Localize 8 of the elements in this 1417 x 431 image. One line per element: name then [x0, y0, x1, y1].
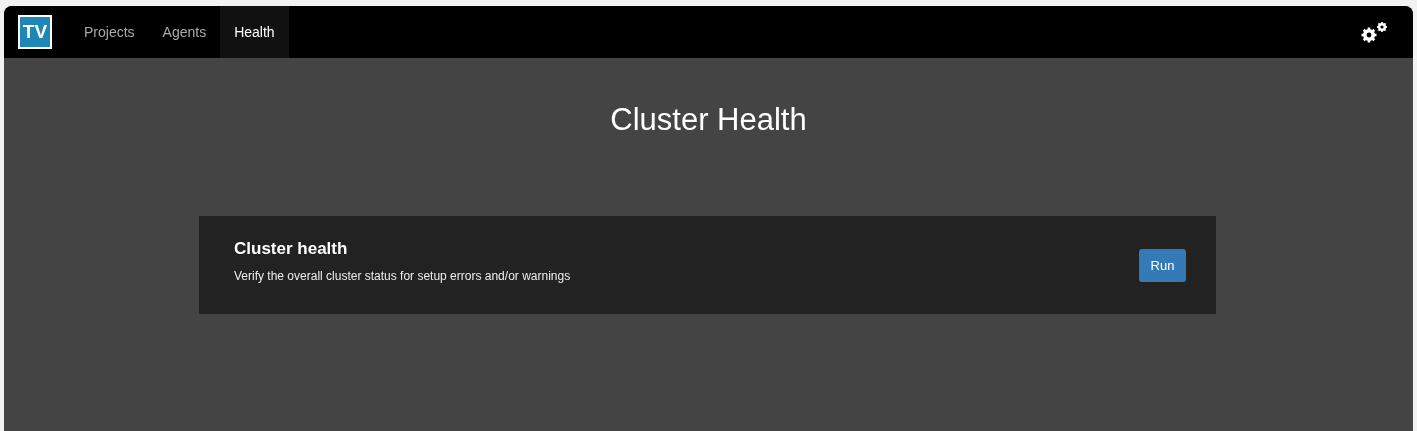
- logo[interactable]: TV: [18, 15, 52, 49]
- check-description: Verify the overall cluster status for setup errors and/or warnings: [234, 269, 572, 283]
- run-button[interactable]: Run: [1139, 248, 1186, 282]
- nav-tab[interactable]: Agents: [148, 6, 221, 58]
- page-title: Cluster Health: [610, 102, 807, 138]
- nav-tab[interactable]: Projects: [70, 6, 149, 58]
- nav-tab[interactable]: Health: [220, 6, 289, 58]
- check-title: Cluster health: [234, 239, 349, 259]
